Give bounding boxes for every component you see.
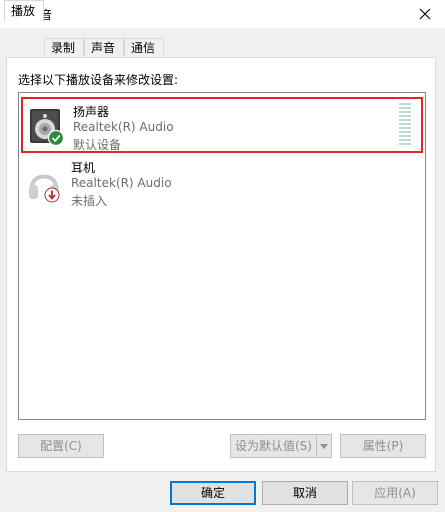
tab-sounds[interactable]: 声音 (84, 38, 124, 56)
unplugged-arrow-icon (44, 187, 60, 203)
cancel-button[interactable]: 取消 (262, 481, 348, 505)
headphones-icon (29, 174, 60, 203)
close-icon (419, 8, 431, 20)
device-name: 耳机 (71, 161, 96, 175)
configure-button[interactable]: 配置(C) (18, 434, 104, 458)
close-button[interactable] (411, 2, 439, 26)
title-bar: 声音 (0, 0, 445, 28)
device-name: 扬声器 (73, 105, 110, 119)
device-status: 默认设备 (73, 138, 122, 152)
tab-label: 通信 (131, 41, 156, 55)
tab-label: 录制 (51, 41, 76, 55)
configure-button-label: 配置(C) (40, 439, 82, 453)
set-default-dropdown-button[interactable] (316, 434, 332, 458)
ok-button[interactable]: 确定 (170, 481, 256, 505)
tab-recording[interactable]: 录制 (44, 38, 84, 56)
cancel-button-label: 取消 (292, 486, 317, 500)
properties-button[interactable]: 属性(P) (340, 434, 426, 458)
tab-playback[interactable]: 播放 (4, 0, 44, 22)
set-default-button[interactable]: 设为默认值(S) (230, 434, 316, 458)
volume-level-meter (399, 103, 411, 149)
device-driver: Realtek(R) Audio (71, 176, 172, 190)
instruction-text: 选择以下播放设备来修改设置: (18, 73, 179, 87)
device-driver: Realtek(R) Audio (73, 120, 174, 134)
tab-label: 播放 (11, 4, 36, 18)
device-list[interactable]: 扬声器 Realtek(R) Audio 默认设备 耳机 Realtek(R) … (18, 92, 426, 420)
device-item-headphones[interactable]: 耳机 Realtek(R) Audio 未插入 (21, 155, 423, 211)
tab-communications[interactable]: 通信 (124, 38, 164, 56)
default-check-icon (47, 129, 65, 147)
apply-button[interactable]: 应用(A) (352, 481, 438, 505)
device-item-speakers[interactable]: 扬声器 Realtek(R) Audio 默认设备 (21, 97, 423, 153)
device-status: 未插入 (71, 194, 108, 208)
properties-button-label: 属性(P) (362, 439, 404, 453)
chevron-down-icon (320, 444, 328, 449)
speaker-device-icon (30, 109, 65, 147)
apply-button-label: 应用(A) (374, 486, 416, 500)
set-default-button-label: 设为默认值(S) (235, 439, 312, 453)
tab-label: 声音 (91, 41, 116, 55)
ok-button-label: 确定 (200, 486, 225, 500)
